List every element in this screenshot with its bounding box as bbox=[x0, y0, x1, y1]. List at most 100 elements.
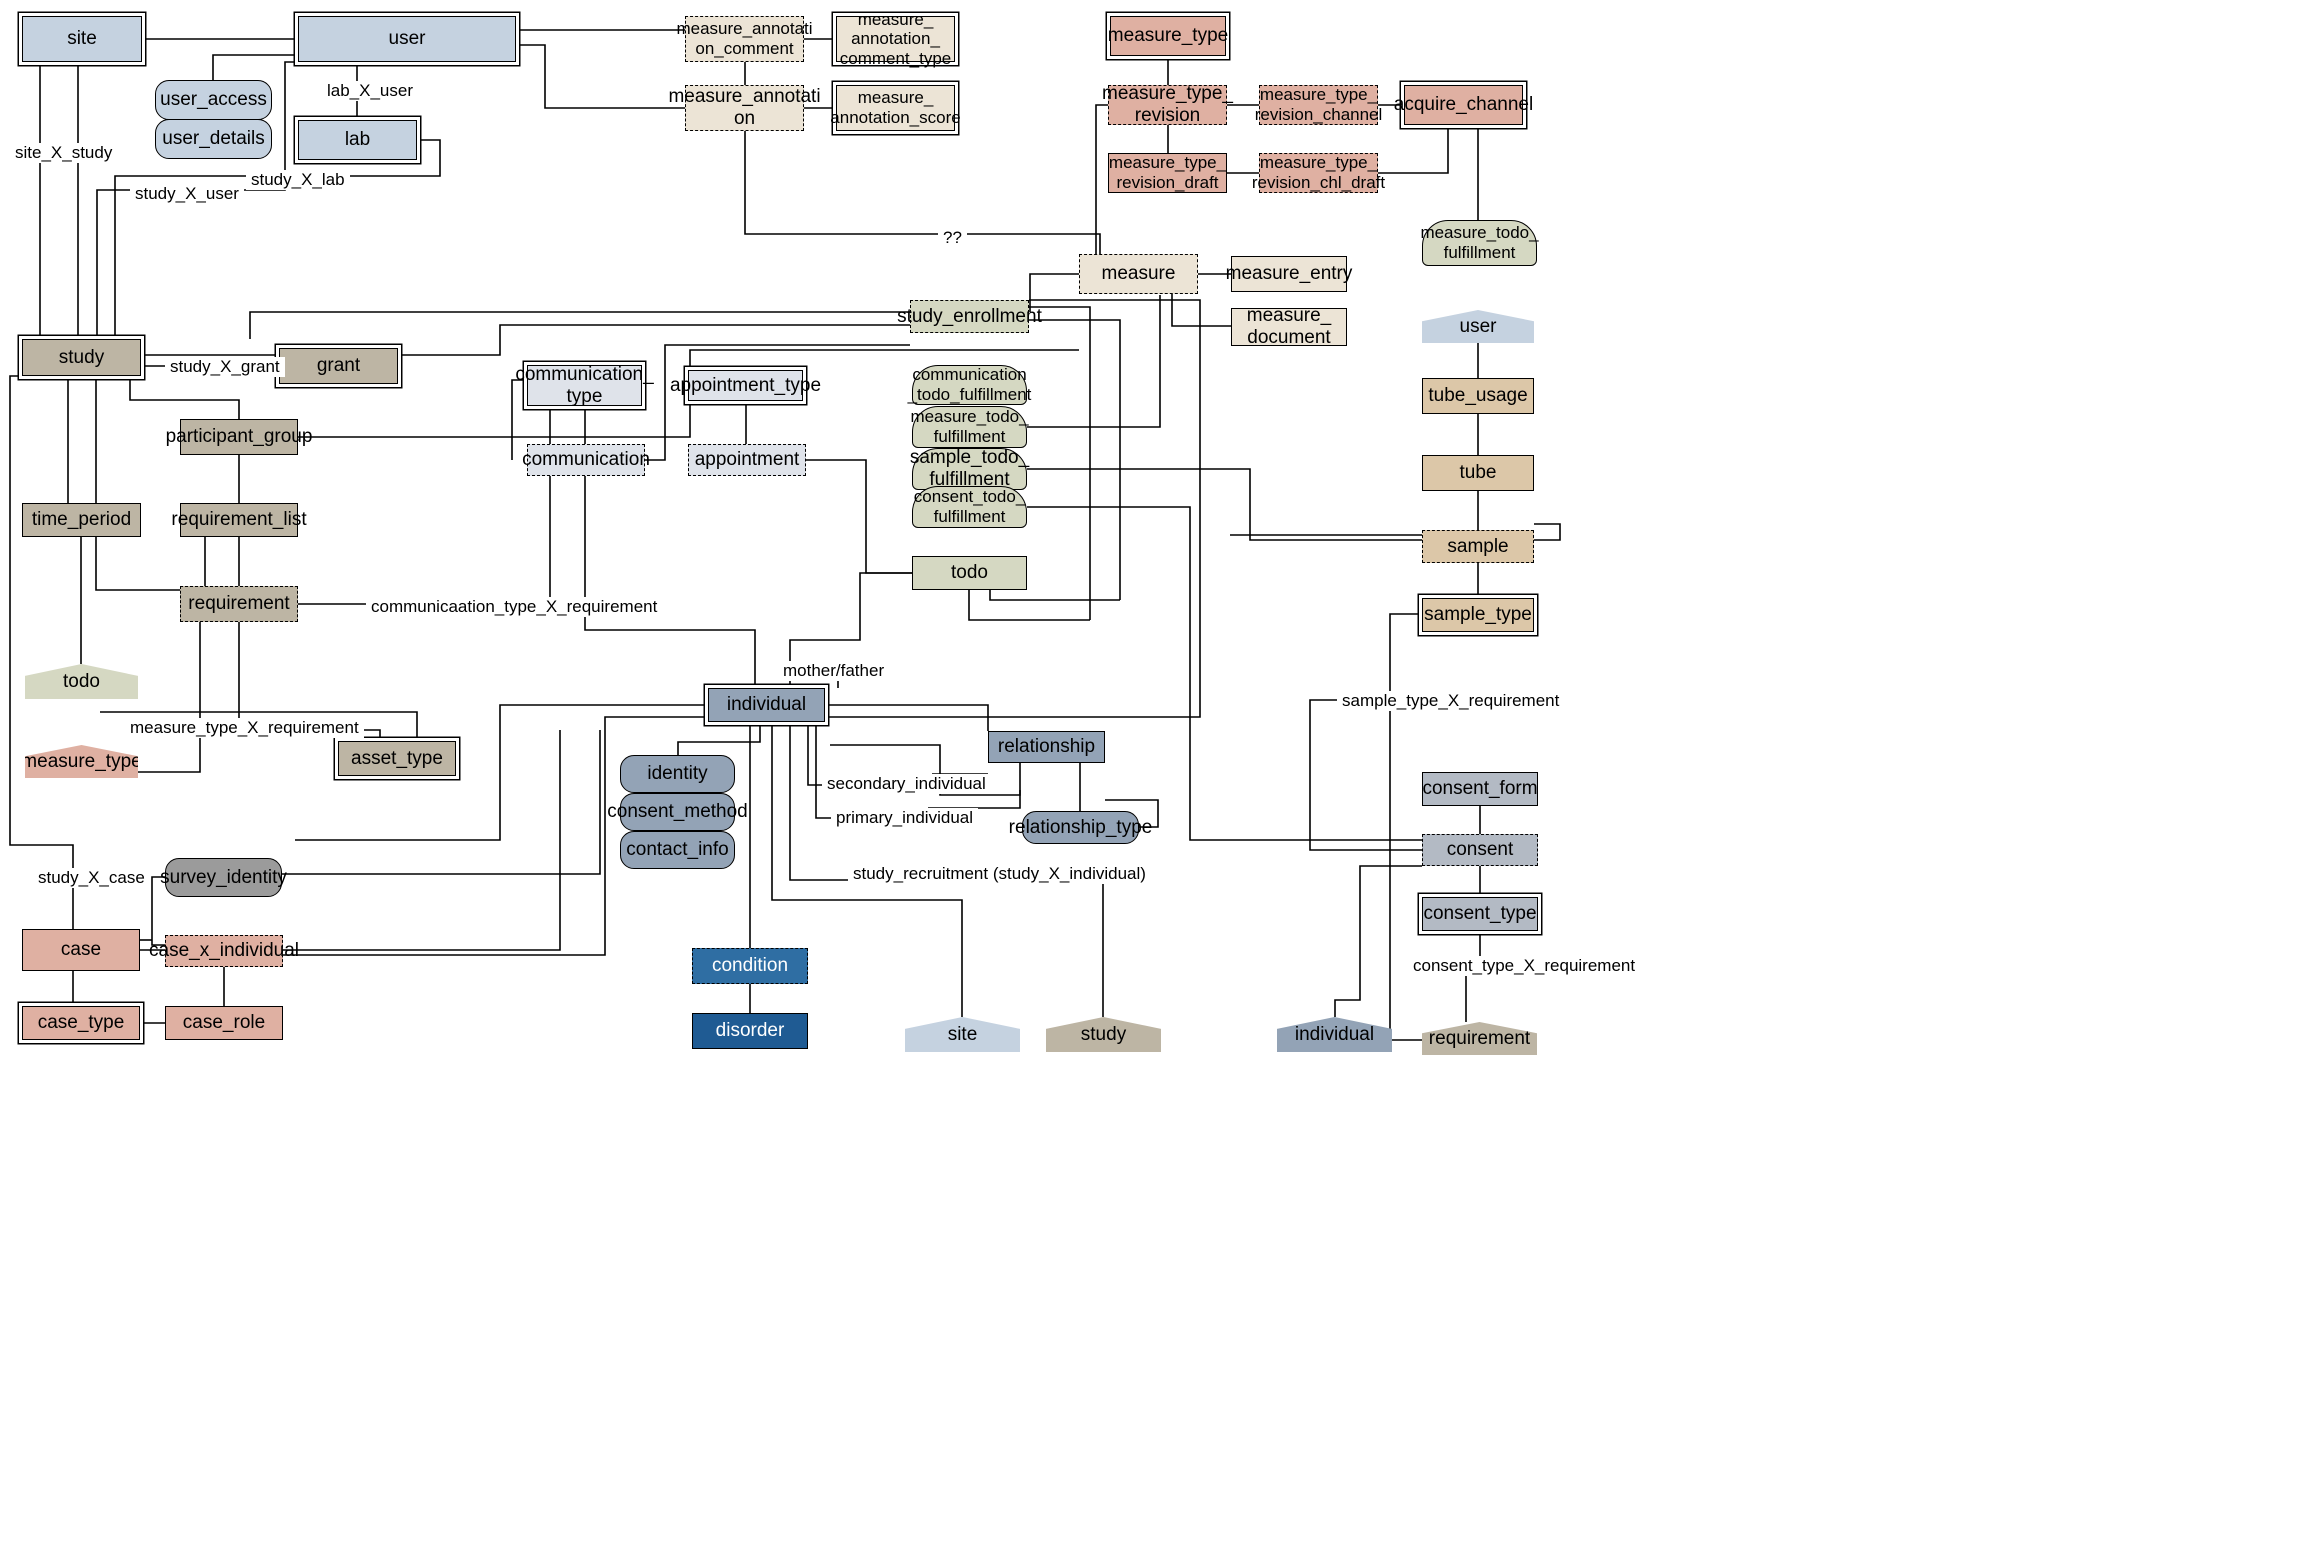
entity-measure_todo_fulfillment[interactable]: measure_todo_ fulfillment bbox=[910, 406, 1029, 448]
edge-label: communicaation_type_X_requirement bbox=[366, 597, 663, 617]
entity-label: measure_type_ revision bbox=[1102, 83, 1233, 126]
entity-label: grant bbox=[316, 355, 361, 377]
entity-label: appointment_type bbox=[669, 374, 822, 396]
entity-measure_document[interactable]: measure_ document bbox=[1231, 305, 1347, 348]
entity-tube[interactable]: tube bbox=[1422, 455, 1534, 491]
entity-label: requirement_list bbox=[171, 509, 307, 531]
entity-sample_type[interactable]: sample_type bbox=[1422, 598, 1534, 632]
entity-survey_identity[interactable]: survey_identity bbox=[160, 858, 287, 897]
entity-measure_todo_fulfillment_right[interactable]: measure_todo_ fulfillment bbox=[1420, 220, 1539, 266]
entity-relationship_type[interactable]: relationship_type bbox=[1009, 811, 1152, 844]
edge-label: study_X_user bbox=[130, 184, 244, 204]
entity-communication[interactable]: communication bbox=[522, 444, 650, 476]
entity-label: user bbox=[1459, 315, 1497, 337]
entity-user_right[interactable]: user bbox=[1422, 310, 1534, 343]
entity-label: lab bbox=[344, 129, 371, 151]
relationship-lines bbox=[9, 29, 1561, 1041]
entity-consent_todo_fulfillment[interactable]: consent_todo_ fulfillment bbox=[912, 486, 1027, 528]
entity-label: acquire_channel bbox=[1393, 94, 1534, 116]
entity-todo_left[interactable]: todo bbox=[25, 664, 138, 699]
entity-label: communication _todo_fulfillment bbox=[907, 365, 1032, 404]
edge-label: sample_type_X_requirement bbox=[1337, 691, 1565, 711]
entity-measure_annotation[interactable]: measure_annotati on bbox=[668, 85, 821, 131]
entity-label: measure_ annotation_ comment_type bbox=[839, 9, 952, 68]
entity-grant[interactable]: grant bbox=[279, 348, 398, 384]
entity-todo_center[interactable]: todo bbox=[912, 556, 1027, 590]
entity-label: measure_ annotation_score bbox=[830, 88, 961, 127]
entity-contact_info[interactable]: contact_info bbox=[620, 831, 735, 869]
entity-sample[interactable]: sample bbox=[1422, 530, 1534, 563]
entity-consent_method[interactable]: consent_method bbox=[607, 793, 748, 831]
entity-measure_type_revision_channel[interactable]: measure_type_ revision_channel bbox=[1255, 85, 1382, 125]
entity-study[interactable]: study bbox=[22, 339, 141, 376]
entity-consent_type[interactable]: consent_type bbox=[1422, 897, 1538, 931]
entity-label: appointment bbox=[694, 449, 800, 471]
edge-label: ?? bbox=[938, 228, 967, 248]
entity-label: identity bbox=[647, 763, 708, 785]
entity-requirement[interactable]: requirement bbox=[180, 586, 298, 622]
entity-label: measure_type_ revision_channel bbox=[1254, 85, 1383, 124]
entity-measure_annotation_comment[interactable]: measure_annotati on_comment bbox=[676, 16, 813, 62]
entity-measure_type_revision_draft[interactable]: measure_type_ revision_draft bbox=[1108, 153, 1227, 193]
entity-appointment_type[interactable]: appointment_type bbox=[670, 370, 821, 401]
entity-appointment[interactable]: appointment bbox=[688, 444, 806, 476]
entity-label: case bbox=[60, 939, 102, 961]
edge-label: consent_type_X_requirement bbox=[1408, 956, 1641, 976]
entity-case_role[interactable]: case_role bbox=[165, 1006, 283, 1040]
entity-user[interactable]: user bbox=[298, 16, 516, 62]
entity-measure_annotation_comment_type[interactable]: measure_ annotation_ comment_type bbox=[836, 10, 955, 68]
entity-asset_type[interactable]: asset_type bbox=[338, 741, 456, 776]
entity-individual_bottom[interactable]: individual bbox=[1277, 1017, 1392, 1052]
entity-label: site bbox=[67, 28, 97, 50]
entity-disorder[interactable]: disorder bbox=[692, 1013, 808, 1049]
entity-case_x_individual[interactable]: case_x_individual bbox=[149, 935, 299, 967]
entity-label: communication_ type bbox=[515, 363, 654, 407]
entity-tube_usage[interactable]: tube_usage bbox=[1422, 378, 1534, 414]
entity-measure_type_revision[interactable]: measure_type_ revision bbox=[1102, 83, 1233, 126]
entity-label: site bbox=[947, 1023, 978, 1045]
edge-label: study_X_grant bbox=[165, 357, 285, 377]
entity-consent[interactable]: consent bbox=[1422, 834, 1538, 866]
entity-label: time_period bbox=[31, 509, 132, 531]
entity-label: consent_todo_ fulfillment bbox=[913, 487, 1026, 526]
er-diagram-canvas: site user user_access user_details lab measur… bbox=[0, 0, 2310, 1565]
entity-consent_form[interactable]: consent_form bbox=[1422, 772, 1538, 806]
entity-label: user_details bbox=[162, 128, 265, 150]
entity-measure_type_top[interactable]: measure_type bbox=[1108, 16, 1228, 56]
entity-individual[interactable]: individual bbox=[708, 688, 825, 722]
entity-user_details[interactable]: user_details bbox=[155, 119, 272, 159]
entity-measure_entry[interactable]: measure_entry bbox=[1226, 256, 1352, 292]
entity-label: tube bbox=[1459, 462, 1497, 484]
entity-study_bottom[interactable]: study bbox=[1046, 1017, 1161, 1052]
entity-measure_type_revision_chl_draft[interactable]: measure_type_ revision_chl_draft bbox=[1252, 153, 1385, 193]
entity-time_period[interactable]: time_period bbox=[22, 503, 141, 537]
entity-case[interactable]: case bbox=[22, 929, 140, 971]
entity-measure_type_left[interactable]: measure_type bbox=[25, 745, 138, 778]
entity-label: measure_ document bbox=[1246, 305, 1332, 348]
entity-label: case_x_individual bbox=[149, 940, 299, 962]
entity-label: consent_method bbox=[607, 801, 748, 823]
entity-measure[interactable]: measure bbox=[1079, 254, 1198, 294]
entity-participant_group[interactable]: participant_group bbox=[166, 419, 312, 455]
entity-relationship[interactable]: relationship bbox=[988, 731, 1105, 763]
entity-communication_type[interactable]: communication_ type bbox=[515, 364, 653, 407]
entity-label: user bbox=[388, 28, 426, 50]
entity-identity[interactable]: identity bbox=[620, 755, 735, 793]
entity-user_access[interactable]: user_access bbox=[155, 80, 272, 120]
entity-measure_annotation_score[interactable]: measure_ annotation_score bbox=[830, 85, 961, 131]
entity-site_bottom[interactable]: site bbox=[905, 1017, 1020, 1052]
entity-communication_todo_fulfillment[interactable]: communication _todo_fulfillment bbox=[908, 365, 1031, 405]
entity-site[interactable]: site bbox=[22, 16, 142, 62]
entity-label: relationship bbox=[997, 736, 1096, 758]
entity-condition[interactable]: condition bbox=[692, 948, 808, 984]
entity-acquire_channel[interactable]: acquire_channel bbox=[1394, 85, 1533, 125]
entity-case_type[interactable]: case_type bbox=[22, 1006, 140, 1040]
entity-label: measure_todo_ fulfillment bbox=[1420, 223, 1539, 262]
entity-sample_todo_fulfillment[interactable]: sample_todo_ fulfillment bbox=[910, 447, 1029, 490]
entity-label: consent_form bbox=[1422, 778, 1538, 800]
entity-study_enrollment[interactable]: study_enrollment bbox=[897, 300, 1042, 333]
entity-lab[interactable]: lab bbox=[298, 120, 417, 160]
entity-requirement_bottom[interactable]: requirement bbox=[1422, 1022, 1537, 1055]
entity-label: sample bbox=[1447, 535, 1509, 557]
entity-requirement_list[interactable]: requirement_list bbox=[171, 503, 307, 537]
